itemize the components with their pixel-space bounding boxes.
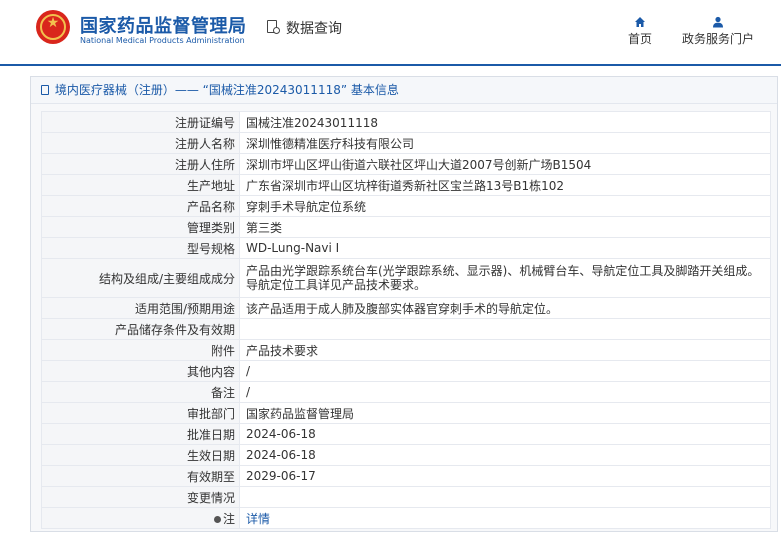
row-label: 注册人住所: [41, 153, 240, 175]
row-value: 国家药品监督管理局: [239, 402, 771, 424]
row-label: 注册人名称: [41, 132, 240, 154]
data-query-link[interactable]: 数据查询: [266, 18, 342, 38]
row-value: 产品技术要求: [239, 339, 771, 361]
row-label: 注: [41, 507, 240, 529]
nav-home-label: 首页: [628, 32, 653, 46]
table-row: 批准日期 2024-06-18: [41, 423, 771, 445]
record-panel: 境内医疗器械（注册）—— “国械注准20243011118” 基本信息 注册证编…: [30, 76, 778, 532]
row-label: 产品名称: [41, 195, 240, 217]
row-value: 穿刺手术导航定位系统: [239, 195, 771, 217]
row-label: 结构及组成/主要组成成分: [41, 258, 240, 298]
row-label: 有效期至: [41, 465, 240, 487]
table-row-note: 注 详情: [41, 507, 771, 529]
row-label: 产品储存条件及有效期: [41, 318, 240, 340]
row-value: 2029-06-17: [239, 465, 771, 487]
row-value: WD-Lung-Navi I: [239, 237, 771, 259]
row-label: 附件: [41, 339, 240, 361]
nav-home[interactable]: 首页: [628, 14, 652, 47]
document-icon: [41, 85, 49, 95]
row-value: /: [239, 360, 771, 382]
site-header: ★ 国家药品监督管理局 National Medical Products Ad…: [0, 0, 781, 66]
nav-gov-service-portal[interactable]: 政务服务门户: [682, 14, 754, 47]
table-row: 产品名称 穿刺手术导航定位系统: [41, 195, 771, 217]
table-row: 注册证编号 国械注准20243011118: [41, 111, 771, 133]
table-row: 型号规格 WD-Lung-Navi I: [41, 237, 771, 259]
row-label: 生效日期: [41, 444, 240, 466]
header-divider: [0, 64, 781, 66]
home-icon: [628, 14, 652, 30]
row-value: 广东省深圳市坪山区坑梓街道秀新社区宝兰路13号B1栋102: [239, 174, 771, 196]
row-label: 备注: [41, 381, 240, 403]
table-row: 适用范围/预期用途 该产品适用于成人肺及腹部实体器官穿刺手术的导航定位。: [41, 297, 771, 319]
site-title-cn[interactable]: 国家药品监督管理局: [80, 12, 247, 38]
table-row: 其他内容 /: [41, 360, 771, 382]
document-search-icon: [266, 19, 282, 37]
table-row: 审批部门 国家药品监督管理局: [41, 402, 771, 424]
row-value: 国械注准20243011118: [239, 111, 771, 133]
row-label: 注册证编号: [41, 111, 240, 133]
nav-gov-label: 政务服务门户: [682, 32, 755, 46]
table-row: 注册人住所 深圳市坪山区坪山街道六联社区坪山大道2007号创新广场B1504: [41, 153, 771, 175]
row-label: 变更情况: [41, 486, 240, 508]
table-row: 生产地址 广东省深圳市坪山区坑梓街道秀新社区宝兰路13号B1栋102: [41, 174, 771, 196]
row-value: 该产品适用于成人肺及腹部实体器官穿刺手术的导航定位。: [239, 297, 771, 319]
breadcrumb: 境内医疗器械（注册）—— “国械注准20243011118” 基本信息: [31, 77, 777, 104]
row-label: 型号规格: [41, 237, 240, 259]
note-dot-icon: [213, 515, 221, 523]
row-value: [239, 318, 771, 340]
row-value: /: [239, 381, 771, 403]
row-value: [239, 486, 771, 508]
site-title-en: National Medical Products Administration: [80, 36, 245, 45]
row-label: 审批部门: [41, 402, 240, 424]
breadcrumb-text: 境内医疗器械（注册）—— “国械注准20243011118” 基本信息: [54, 83, 399, 97]
row-value: 2024-06-18: [239, 444, 771, 466]
table-row: 结构及组成/主要组成成分 产品由光学跟踪系统台车(光学跟踪系统、显示器)、机械臂台…: [41, 258, 771, 298]
table-row: 产品储存条件及有效期: [41, 318, 771, 340]
table-row: 备注 /: [41, 381, 771, 403]
table-row: 附件 产品技术要求: [41, 339, 771, 361]
row-value: 深圳市坪山区坪山街道六联社区坪山大道2007号创新广场B1504: [239, 153, 771, 175]
national-emblem-logo[interactable]: ★: [36, 10, 70, 44]
table-row: 变更情况: [41, 486, 771, 508]
row-value: 深圳惟德精准医疗科技有限公司: [239, 132, 771, 154]
note-label: 注: [222, 511, 235, 526]
detail-link[interactable]: 详情: [246, 512, 270, 526]
row-value: 第三类: [239, 216, 771, 238]
row-label: 生产地址: [41, 174, 240, 196]
user-icon: [682, 14, 754, 30]
row-label: 批准日期: [41, 423, 240, 445]
table-row: 有效期至 2029-06-17: [41, 465, 771, 487]
row-label: 管理类别: [41, 216, 240, 238]
row-value: 详情: [239, 507, 771, 529]
table-row: 管理类别 第三类: [41, 216, 771, 238]
row-label: 适用范围/预期用途: [41, 297, 240, 319]
data-query-label: 数据查询: [286, 21, 342, 37]
row-value: 产品由光学跟踪系统台车(光学跟踪系统、显示器)、机械臂台车、导航定位工具及脚踏开…: [239, 258, 771, 298]
device-info-table: 注册证编号 国械注准20243011118 注册人名称 深圳惟德精准医疗科技有限公司注…: [41, 111, 771, 529]
row-value: 2024-06-18: [239, 423, 771, 445]
table-row: 生效日期 2024-06-18: [41, 444, 771, 466]
row-label: 其他内容: [41, 360, 240, 382]
table-row: 注册人名称 深圳惟德精准医疗科技有限公司: [41, 132, 771, 154]
